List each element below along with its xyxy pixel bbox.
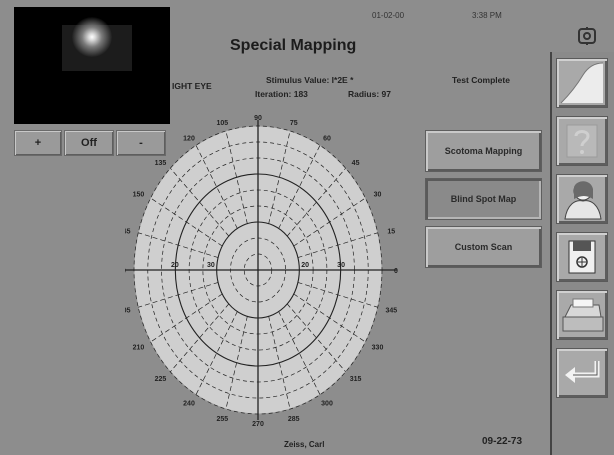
angle-label: 0 [394,268,398,275]
floppy-disk-icon [568,240,596,274]
angle-label: 225 [155,376,167,383]
eye-label: IGHT EYE [172,81,212,91]
print-button[interactable] [556,290,608,340]
angle-label: 180 [125,268,126,275]
screen: + Off - Special Mapping 01-02-00 3:38 PM… [0,0,614,455]
return-arrow-icon [565,361,600,383]
angle-label: 60 [323,135,331,142]
radius-label: 30 [207,262,215,269]
radius-label: 20 [171,262,179,269]
page-curl-icon [560,62,604,104]
help-button[interactable] [556,116,608,166]
settings-icon [578,27,596,45]
visual-field-chart[interactable]: 0 15 30 45 60 75 90 105 120 135 150 165 180 195 210 225… [125,110,425,430]
radius-label: 30 [337,262,345,269]
custom-scan-button[interactable]: Custom Scan [425,226,542,268]
angle-label: 270 [252,421,264,428]
angle-label: 165 [125,228,131,235]
angle-label: 315 [350,376,362,383]
angle-label: 15 [387,228,395,235]
header-time: 3:38 PM [472,11,502,20]
blind-spot-map-button[interactable]: Blind Spot Map [425,178,542,220]
stimulus-value: Stimulus Value: I*2E * [266,75,354,85]
patient-name: Zeiss, Carl [284,440,325,449]
iteration-value: Iteration: 183 [255,89,308,99]
angle-label: 75 [290,120,298,127]
angle-label: 105 [216,120,228,127]
angle-label: 195 [125,308,131,315]
radius-label: 20 [301,262,309,269]
header-date: 01-02-00 [372,11,405,20]
angle-label: 45 [352,160,360,167]
question-icon [566,124,598,158]
angle-label: 120 [183,135,195,142]
fixation-light [72,17,112,57]
angle-label: 210 [133,345,145,352]
angle-label: 30 [374,192,382,199]
next-page-button[interactable] [556,58,608,108]
angle-label: 285 [288,416,300,423]
patient-button[interactable] [556,174,608,224]
angle-label: 90 [254,115,262,122]
angle-label: 330 [372,345,384,352]
camera-value-button[interactable]: Off [64,130,114,156]
printer-icon [562,298,604,332]
angle-label: 150 [133,192,145,199]
camera-view [14,7,170,124]
angle-label: 135 [155,160,167,167]
page-title: Special Mapping [230,37,357,54]
patient-icon [564,181,602,220]
angle-label: 255 [216,416,228,423]
angle-label: 345 [385,308,397,315]
settings-button[interactable] [573,24,601,48]
save-button[interactable] [556,232,608,282]
test-status: Test Complete [452,75,510,85]
patient-dob: 09-22-73 [482,436,523,447]
radius-value: Radius: 97 [348,89,391,99]
camera-increase-button[interactable]: + [14,130,62,156]
angle-label: 240 [183,401,195,408]
scotoma-mapping-button[interactable]: Scotoma Mapping [425,130,542,172]
angle-label: 300 [321,401,333,408]
back-button[interactable] [556,348,608,398]
